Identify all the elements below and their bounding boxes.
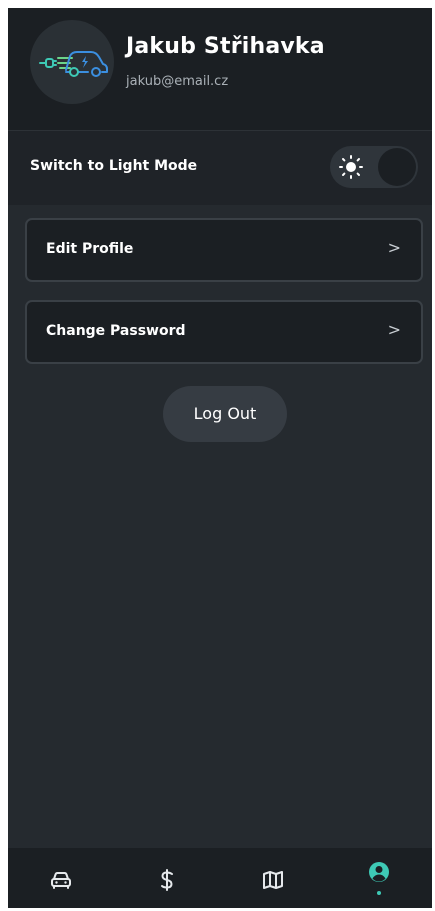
- edit-profile-button[interactable]: Edit Profile >: [25, 218, 423, 282]
- dollar-icon: [161, 869, 173, 891]
- theme-toggle-switch[interactable]: [330, 146, 418, 188]
- user-icon: [369, 862, 389, 882]
- nav-item-profile[interactable]: [326, 848, 432, 908]
- edit-profile-label: Edit Profile: [46, 241, 134, 257]
- bottom-nav: [8, 848, 432, 908]
- avatar: [30, 20, 114, 104]
- user-email: jakub@email.cz: [126, 74, 229, 89]
- nav-item-vehicles[interactable]: [8, 848, 114, 908]
- logout-button[interactable]: Log Out: [163, 386, 287, 442]
- change-password-label: Change Password: [46, 323, 186, 339]
- car-icon: [51, 872, 71, 889]
- map-icon: [263, 871, 283, 889]
- profile-header: Jakub Střihavka jakub@email.cz: [8, 8, 432, 131]
- user-name: Jakub Střihavka: [126, 34, 325, 59]
- change-password-button[interactable]: Change Password >: [25, 300, 423, 364]
- nav-item-payments[interactable]: [114, 848, 220, 908]
- settings-screen: Jakub Střihavka jakub@email.cz Switch to…: [8, 8, 432, 908]
- theme-toggle-row: Switch to Light Mode: [8, 131, 432, 205]
- nav-item-map[interactable]: [220, 848, 326, 908]
- chevron-right-icon: >: [387, 238, 401, 257]
- chevron-right-icon: >: [387, 320, 401, 339]
- theme-toggle-label: Switch to Light Mode: [30, 158, 198, 174]
- sun-icon: [339, 155, 363, 179]
- ev-charging-car-icon: [39, 51, 108, 77]
- toggle-knob: [378, 148, 416, 186]
- active-indicator-dot: [377, 891, 381, 895]
